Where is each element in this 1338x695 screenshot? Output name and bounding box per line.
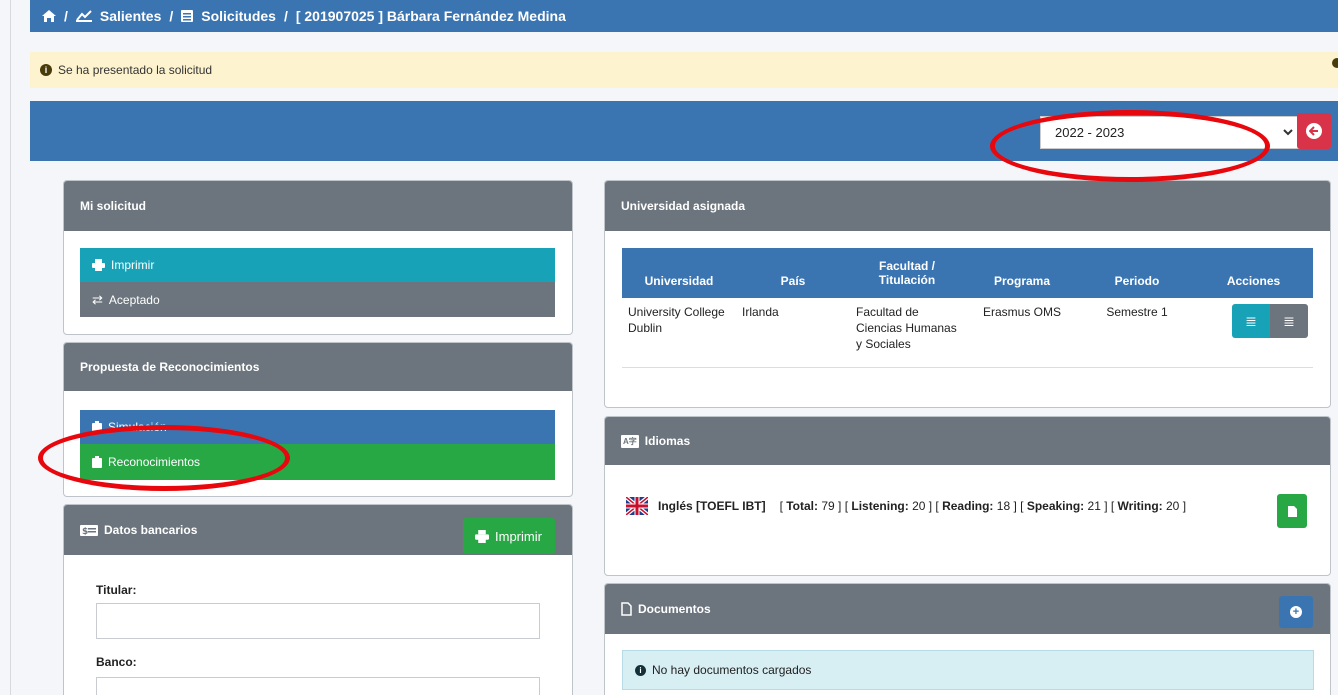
card-title: Propuesta de Reconocimientos [80, 360, 260, 374]
cell-acciones: ≣ ≣ [1194, 298, 1313, 367]
card-title: Documentos [638, 602, 711, 616]
idioma-name: Inglés [TOEFL IBT] [658, 499, 766, 513]
success-alert: i Se ha presentado la solicitud [30, 52, 1338, 88]
aceptado-label: Aceptado [108, 292, 160, 307]
info-icon: i [40, 64, 52, 76]
breadcrumb: / Salientes / Solicitudes / [ 201907025 … [30, 0, 1338, 32]
left-border [10, 0, 11, 695]
speaking-label: Speaking: [1026, 499, 1085, 513]
idioma-scores: [ Total: 79 ] [ Listening: 20 ] [ Readin… [779, 499, 1187, 513]
banco-input[interactable] [96, 677, 540, 695]
print-icon [92, 259, 105, 271]
aceptado-button[interactable]: ⇄ Aceptado [80, 282, 555, 317]
file-outline-icon [621, 602, 632, 616]
page: / Salientes / Solicitudes / [ 201907025 … [0, 0, 1338, 695]
arrow-left-icon [1306, 123, 1322, 139]
home-icon[interactable] [42, 10, 56, 22]
cell-facultad: Facultad de Ciencias Humanas y Sociales [856, 305, 957, 351]
add-document-button[interactable]: + [1279, 596, 1313, 628]
listening-label: Listening: [851, 499, 909, 513]
idioma-document-button[interactable] [1277, 494, 1307, 528]
card-title: Idiomas [644, 434, 691, 448]
universidad-table: Universidad País Facultad / Titulación P… [622, 248, 1313, 368]
breadcrumb-separator: / [64, 8, 68, 24]
translate-icon: A字 [621, 434, 639, 448]
writing-value: 20 [1166, 499, 1180, 513]
propuesta-header: Propuesta de Reconocimientos [64, 343, 572, 391]
back-button[interactable] [1297, 113, 1331, 149]
chevron-down-icon [1283, 129, 1293, 136]
money-icon: $ [80, 524, 98, 536]
banco-label: Banco: [96, 655, 137, 669]
col-facultad: Facultad / Titulación [878, 259, 936, 287]
speaking-value: 21 [1087, 499, 1101, 513]
total-value: 79 [821, 499, 835, 513]
col-pais: País [780, 274, 806, 288]
breadcrumb-salientes[interactable]: Salientes [100, 8, 161, 24]
imprimir-label: Imprimir [111, 258, 155, 272]
table-row: University College Dublin Irlanda Facult… [622, 298, 1313, 368]
idiomas-card: A字 Idiomas [604, 416, 1331, 576]
idiomas-header: A字 Idiomas [605, 417, 1330, 465]
imprimir-datos-label: Imprimir [495, 528, 542, 544]
imprimir-solicitud-button[interactable]: Imprimir [80, 248, 555, 282]
total-label: Total: [786, 499, 819, 513]
no-documents-alert: i No hay documentos cargados [622, 650, 1314, 690]
info-icon: i [635, 664, 646, 676]
alert-edge-icon [1332, 58, 1338, 68]
send-icon [75, 10, 92, 22]
col-programa: Programa [993, 274, 1051, 288]
svg-text:$: $ [82, 527, 88, 536]
list-alt-button[interactable]: ≣ [1270, 304, 1308, 338]
breadcrumb-separator: / [283, 8, 288, 24]
cell-periodo: Semestre 1 [1106, 305, 1168, 319]
idioma-row: Inglés [TOEFL IBT] [ Total: 79 ] [ Liste… [626, 497, 1186, 515]
breadcrumb-separator: / [169, 8, 174, 24]
breadcrumb-current: [ 201907025 ] Bárbara Fernández Medina [295, 8, 566, 24]
writing-label: Writing: [1117, 499, 1163, 513]
col-acciones: Acciones [1226, 274, 1281, 288]
card-title: Datos bancarios [104, 523, 198, 537]
cell-pais: Irlanda [742, 305, 779, 319]
highlight-ellipse-year [990, 110, 1270, 182]
alert-text: Se ha presentado la solicitud [58, 63, 213, 77]
imprimir-datos-button[interactable]: Imprimir [463, 518, 555, 554]
titular-label: Titular: [96, 583, 137, 597]
breadcrumb-solicitudes[interactable]: Solicitudes [201, 8, 276, 24]
cell-universidad: University College Dublin [628, 305, 725, 335]
uk-flag-icon [626, 497, 648, 515]
universidad-header: Universidad asignada [605, 181, 1330, 231]
col-periodo: Periodo [1114, 274, 1160, 288]
file-icon [1287, 505, 1297, 517]
exchange-icon: ⇄ [92, 291, 103, 307]
col-universidad: Universidad [644, 274, 714, 288]
list-ordered-button[interactable]: ≣ [1232, 304, 1270, 338]
list-icon [181, 10, 194, 22]
cell-programa: Erasmus OMS [982, 305, 1061, 319]
mi-solicitud-header: Mi solicitud [64, 181, 572, 231]
table-header: Universidad País Facultad / Titulación P… [622, 248, 1313, 298]
reading-value: 18 [996, 499, 1011, 513]
listening-value: 20 [912, 499, 926, 513]
card-title: Universidad asignada [621, 199, 746, 213]
titular-input[interactable] [96, 603, 540, 639]
print-icon [475, 529, 489, 543]
reading-label: Reading: [942, 499, 994, 513]
card-title: Mi solicitud [80, 199, 146, 213]
plus-circle-icon: + [1290, 606, 1302, 618]
documentos-header: Documentos [605, 584, 1330, 634]
highlight-ellipse-reconocimientos [38, 425, 290, 491]
no-documents-text: No hay documentos cargados [652, 663, 812, 677]
